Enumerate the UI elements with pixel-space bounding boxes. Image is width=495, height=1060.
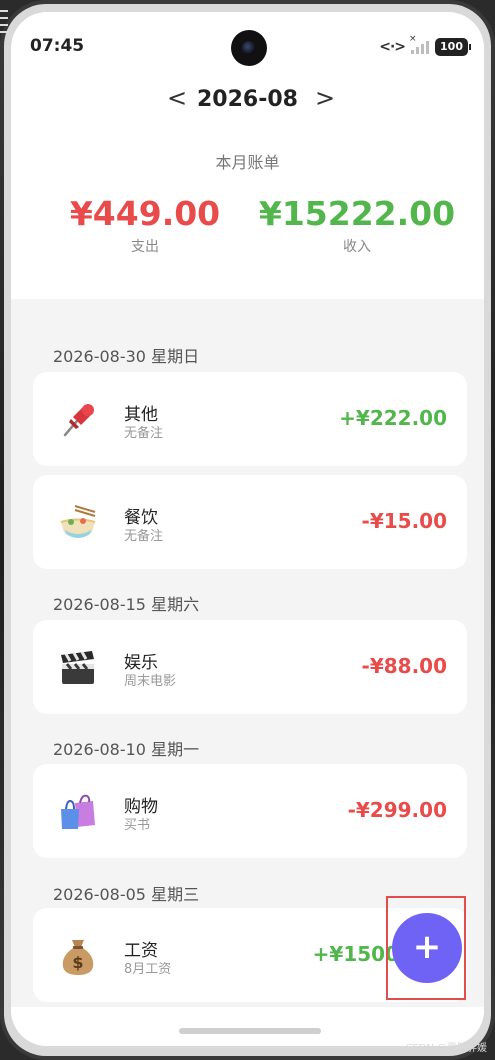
transaction-note: 无备注 [124,529,164,544]
money-bag-icon: $ [62,940,94,975]
app-screen: 07:45 <·> × 100 < 2026-08 > 本月账单 ¥449.00… [11,12,484,1046]
transaction-amount: -¥299.00 [347,798,447,822]
monthly-summary: ¥449.00 支出 ¥15222.00 收入 [11,192,484,262]
month-label[interactable]: 2026-08 [197,87,298,112]
transaction-card[interactable]: 购物 买书 -¥299.00 [33,764,467,858]
noodle-bowl-icon [60,505,96,538]
network-transfer-icon: <·> [379,39,406,55]
transaction-card[interactable]: 其他 无备注 +¥222.00 [33,372,467,466]
side-marks [0,10,8,38]
next-month-button[interactable]: > [315,84,335,112]
income-total: ¥15222.00 [258,194,456,233]
date-header: 2026-08-10 星期一 [53,740,200,759]
transaction-card[interactable]: 娱乐 周末电影 -¥88.00 [33,620,467,714]
date-header: 2026-08-30 星期日 [53,347,200,366]
income-summary: ¥15222.00 收入 [257,192,457,256]
pushpin-icon [63,404,94,437]
clapperboard-icon [61,651,94,684]
battery-icon: 100 [435,38,471,56]
date-header: 2026-08-05 星期三 [53,885,200,904]
transaction-card[interactable]: 餐饮 无备注 -¥15.00 [33,475,467,569]
signal-icon: × [409,34,430,54]
bill-title: 本月账单 [215,153,280,172]
transaction-note: 8月工资 [124,962,172,977]
svg-text:$: $ [72,953,83,972]
status-time: 07:45 [30,36,85,56]
expense-total: ¥449.00 [69,194,221,233]
income-label: 收入 [343,239,371,255]
add-record-button[interactable]: + [392,913,462,983]
phone-frame: 07:45 <·> × 100 < 2026-08 > 本月账单 ¥449.00… [0,0,495,1060]
transaction-amount: -¥88.00 [361,654,447,678]
transaction-note: 无备注 [124,426,164,441]
front-camera [231,30,267,66]
month-navigation: < 2026-08 > [11,84,484,116]
transaction-note: 周末电影 [124,674,177,689]
date-header: 2026-08-15 星期六 [53,595,200,614]
transaction-note: 买书 [124,818,151,833]
prev-month-button[interactable]: < [167,84,187,112]
expense-summary: ¥449.00 支出 [65,192,225,256]
shopping-bags-icon [61,794,95,829]
home-indicator[interactable] [179,1028,321,1034]
transaction-amount: +¥222.00 [339,406,447,430]
watermark: CSDN @黑胖胖媛 [405,1043,487,1054]
transaction-amount: -¥15.00 [361,509,447,533]
status-icons: <·> × 100 [379,34,471,56]
expense-label: 支出 [131,239,159,255]
status-bar: 07:45 <·> × 100 [11,12,484,82]
